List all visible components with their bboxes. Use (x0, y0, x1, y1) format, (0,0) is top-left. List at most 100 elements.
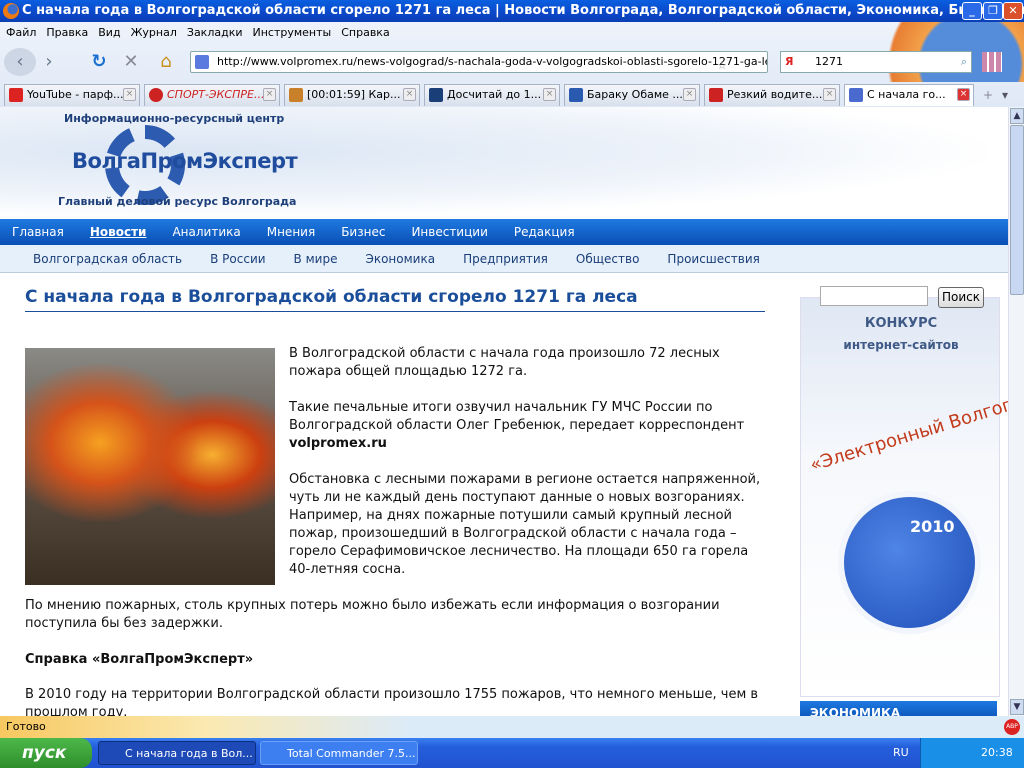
tab-close-icon[interactable]: × (123, 88, 136, 101)
web-page: Информационно-ресурсный центр ВолгаПромЭ… (0, 107, 1008, 716)
language-indicator[interactable]: RU (893, 746, 909, 759)
article-paragraph: В 2010 году на территории Волгоградской … (25, 687, 759, 716)
maximize-button[interactable]: ❐ (983, 2, 1003, 20)
tab-close-icon[interactable]: × (263, 88, 276, 101)
subnav-society[interactable]: Общество (576, 245, 640, 272)
reference-heading: Справка «ВолгаПромЭксперт» (25, 652, 254, 667)
article-paragraph: Такие печальные итоги озвучил начальник … (289, 399, 749, 453)
search-input[interactable]: Я 1271 ⌕ (780, 51, 972, 73)
search-magnifier-icon[interactable]: ⌕ (961, 52, 967, 72)
subnav-russia[interactable]: В России (210, 245, 265, 272)
url-input[interactable]: http://www.volpromex.ru/news-volgograd/s… (190, 51, 768, 73)
nav-business[interactable]: Бизнес (341, 219, 385, 245)
article-paragraph: В Волгоградской области с начала года пр… (289, 346, 720, 379)
tab-label: Досчитай до 1... (447, 88, 542, 101)
apps-grid-icon[interactable] (982, 52, 1002, 72)
system-tray: 20:38 (920, 738, 1024, 768)
scroll-up-arrow[interactable]: ▲ (1010, 108, 1024, 124)
forward-button[interactable]: › (36, 48, 62, 76)
logo-tagline-top: Информационно-ресурсный центр (64, 112, 285, 125)
stop-icon[interactable]: ✕ (120, 48, 142, 76)
tab-close-icon[interactable]: × (823, 88, 836, 101)
menu-bookmarks[interactable]: Закладки (187, 22, 243, 44)
subnav-world[interactable]: В мире (294, 245, 338, 272)
nav-investments[interactable]: Инвестиции (411, 219, 487, 245)
tab-obama[interactable]: Бараку Обаме ... × (564, 84, 700, 106)
subnav-economy[interactable]: Экономика (365, 245, 435, 272)
site-header: Информационно-ресурсный центр ВолгаПромЭ… (0, 107, 1008, 219)
youtube-icon (9, 88, 23, 102)
subnav-region[interactable]: Волгоградская область (33, 245, 182, 272)
tab-sport-express[interactable]: СПОРТ-ЭКСПРЕ... × (144, 84, 280, 106)
menu-file[interactable]: Файл (6, 22, 36, 44)
nav-opinions[interactable]: Мнения (267, 219, 315, 245)
nav-home[interactable]: Главная (12, 219, 64, 245)
scroll-down-arrow[interactable]: ▼ (1010, 699, 1024, 715)
status-bar: Готово ABP (0, 716, 1024, 738)
tab-label: Бараку Обаме ... (587, 88, 683, 101)
menu-history[interactable]: Журнал (131, 22, 177, 44)
new-tab-button[interactable]: + (978, 88, 998, 106)
article-paragraph: По мнению пожарных, столь крупных потерь… (25, 598, 720, 631)
reload-icon[interactable]: ↻ (88, 48, 110, 76)
start-button[interactable]: пуск (0, 738, 92, 768)
close-button[interactable]: ✕ (1003, 2, 1023, 20)
task-label: С начала года в Вол... (125, 747, 253, 760)
sport-express-icon (149, 88, 163, 102)
tab-driver[interactable]: Резкий водите... × (704, 84, 840, 106)
tab-close-icon[interactable]: × (543, 88, 556, 101)
tab-label: СПОРТ-ЭКСПРЕ... (167, 88, 265, 101)
contest-banner[interactable]: КОНКУРС интернет-сайтов «Электронный Вол… (800, 297, 1008, 697)
tab-current[interactable]: С начала го... × (844, 84, 974, 106)
tab-label: Резкий водите... (727, 88, 823, 101)
tab-youtube[interactable]: YouTube - парф... × (4, 84, 140, 106)
tab-list-button[interactable]: ▾ (1002, 88, 1018, 106)
tab-close-icon[interactable]: × (683, 88, 696, 101)
tab-timer[interactable]: [00:01:59] Кар... × (284, 84, 420, 106)
minimize-button[interactable]: _ (962, 2, 982, 20)
forest-fire-photo (25, 348, 275, 585)
tab-close-icon[interactable]: × (957, 88, 970, 101)
menu-view[interactable]: Вид (98, 22, 120, 44)
window-title: С начала года в Волгоградской области сг… (22, 3, 1024, 18)
nav-editorial[interactable]: Редакция (514, 219, 575, 245)
article-paragraph: Обстановка с лесными пожарами в регионе … (289, 472, 761, 577)
medal-emblem: 2010 (838, 491, 981, 634)
yandex-icon: Я (785, 55, 794, 68)
home-icon[interactable]: ⌂ (154, 48, 178, 76)
main-nav: Главная Новости Аналитика Мнения Бизнес … (0, 219, 1008, 245)
subnav-enterprises[interactable]: Предприятия (463, 245, 548, 272)
site-logo[interactable]: ВолгаПромЭксперт (72, 149, 298, 173)
tab-label: С начала го... (867, 88, 946, 101)
menu-edit[interactable]: Правка (46, 22, 88, 44)
tab-count[interactable]: Досчитай до 1... × (424, 84, 560, 106)
banner-slogan: «Электронный Волгоград» (807, 381, 1008, 476)
tab-label: [00:01:59] Кар... (307, 88, 401, 101)
adblock-icon[interactable]: ABP (1004, 719, 1020, 735)
site-favicon (849, 88, 863, 102)
back-button[interactable]: ‹ (4, 48, 36, 76)
source-link[interactable]: volpromex.ru (289, 436, 387, 451)
site-search-button[interactable]: Поиск (938, 287, 984, 308)
site-search-input[interactable] (820, 286, 928, 306)
banner-title: КОНКУРС (864, 316, 938, 331)
menu-tools[interactable]: Инструменты (253, 22, 332, 44)
vertical-scrollbar[interactable]: ▲ ▼ (1008, 107, 1024, 716)
phi-icon (429, 88, 443, 102)
nav-news[interactable]: Новости (90, 219, 147, 245)
scroll-thumb[interactable] (1010, 125, 1024, 295)
start-label: пуск (22, 743, 67, 763)
nav-analytics[interactable]: Аналитика (172, 219, 240, 245)
window-title-bar: С начала года в Волгоградской области сг… (0, 0, 1024, 22)
tab-strip: YouTube - парф... × СПОРТ-ЭКСПРЕ... × [00:… (0, 82, 1024, 106)
menu-help[interactable]: Справка (341, 22, 389, 44)
subnav-incidents[interactable]: Происшествия (667, 245, 759, 272)
firefox-icon (3, 3, 19, 19)
status-text: Готово (6, 720, 46, 733)
taskbar-firefox[interactable]: С начала года в Вол... (98, 741, 256, 765)
economy-section-header[interactable]: ЭКОНОМИКА (800, 701, 997, 716)
taskbar-total-commander[interactable]: Total Commander 7.5... (260, 741, 418, 765)
paragraph-text: Такие печальные итоги озвучил начальник … (289, 400, 745, 433)
bookmark-star-icon[interactable]: ☆ (717, 56, 727, 72)
tab-close-icon[interactable]: × (403, 88, 416, 101)
